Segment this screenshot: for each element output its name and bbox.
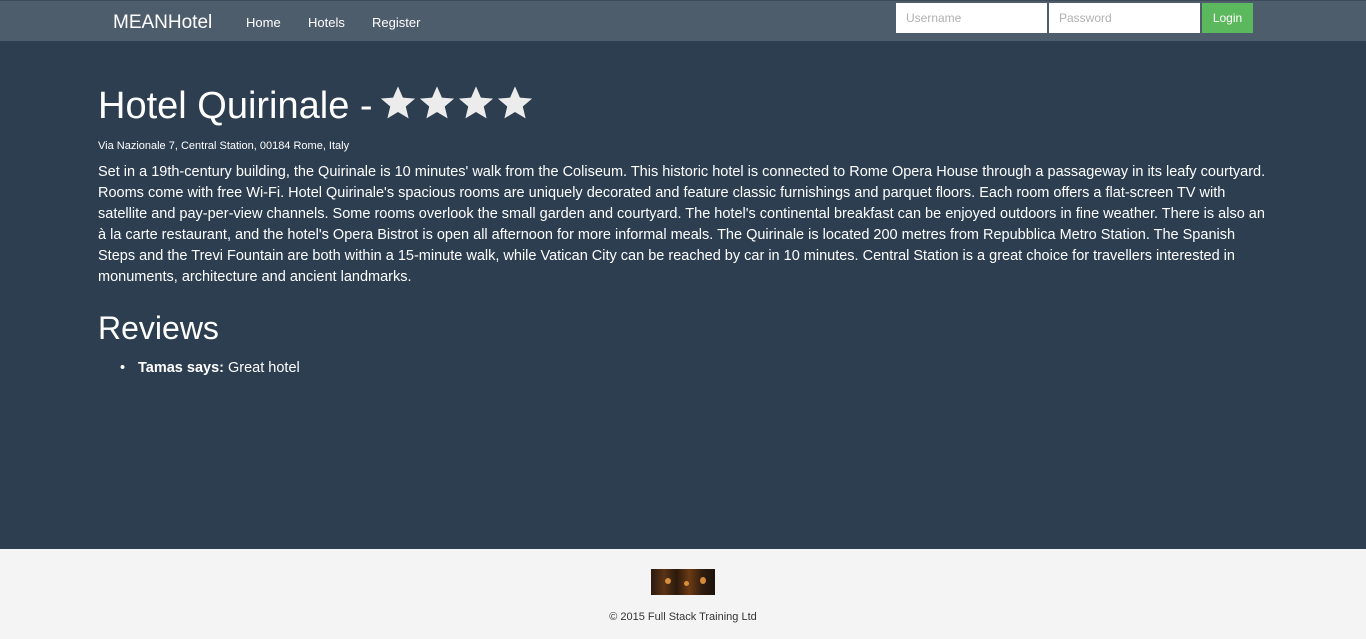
nav-home-link[interactable]: Home [246, 15, 281, 30]
star-icon [497, 86, 532, 119]
footer-logo-image [651, 569, 715, 595]
navbar: MEANHotel Home Hotels Register Login [0, 0, 1366, 41]
brand-link[interactable]: MEANHotel [113, 12, 212, 34]
hotel-description: Set in a 19th-century building, the Quir… [98, 164, 1266, 285]
nav-register-link[interactable]: Register [372, 15, 420, 30]
password-input[interactable] [1049, 3, 1200, 33]
star-icon [380, 86, 415, 119]
star-rating [379, 84, 535, 122]
login-button[interactable]: Login [1202, 3, 1253, 33]
reviews-list: • Tamas says: Great hotel [120, 358, 1268, 379]
hotel-address: Via Nazionale 7, Central Station, 00184 … [98, 140, 350, 152]
star-icon [419, 86, 454, 119]
review-item: • Tamas says: Great hotel [120, 358, 1268, 379]
review-text: Great hotel [223, 360, 300, 376]
hotel-title: Hotel Quirinale - [98, 85, 373, 127]
username-input[interactable] [896, 3, 1047, 33]
bullet-icon: • [120, 360, 126, 376]
reviews-heading: Reviews [98, 310, 219, 346]
footer: © 2015 Full Stack Training Ltd [0, 549, 1366, 639]
review-author: Tamas says: [138, 360, 224, 376]
main-content: Hotel Quirinale - Via Nazionale 7, Centr… [98, 80, 1268, 379]
title-row: Hotel Quirinale - [98, 80, 1268, 132]
star-icon [458, 86, 493, 119]
nav-hotels-link[interactable]: Hotels [308, 15, 345, 30]
copyright-text: © 2015 Full Stack Training Ltd [609, 611, 757, 623]
